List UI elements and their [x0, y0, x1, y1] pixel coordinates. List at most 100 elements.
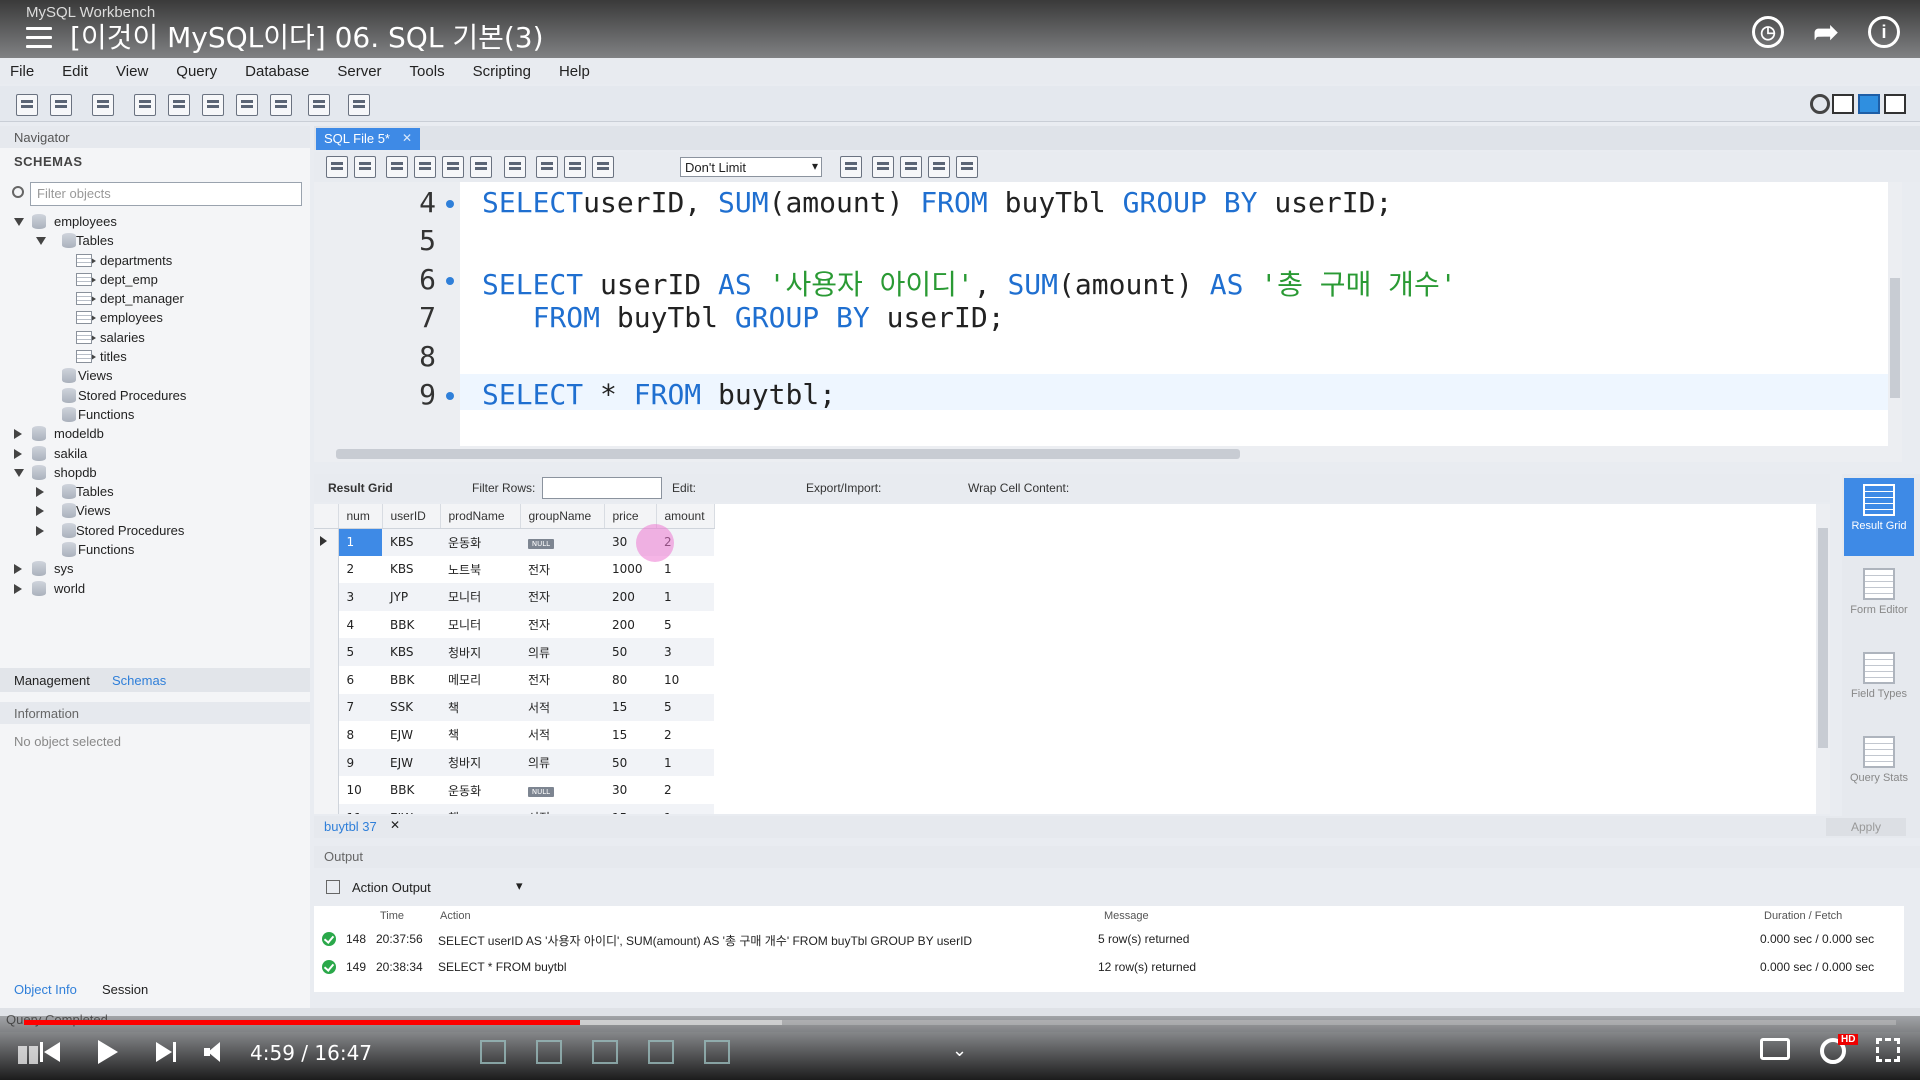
table-cell[interactable]: BBK [382, 776, 440, 804]
tab-object-info[interactable]: Object Info [14, 982, 77, 997]
expand-down-icon[interactable] [14, 468, 24, 477]
chevron-down-icon[interactable]: ⌄ [952, 1040, 967, 1061]
action-output-select[interactable]: Action Output ▾ [326, 876, 526, 900]
fullscreen-exit-icon[interactable] [1876, 1038, 1900, 1062]
table-cell[interactable]: 의류 [520, 638, 604, 666]
menu-item-view[interactable]: View [116, 63, 148, 80]
column-header-userID[interactable]: userID [382, 504, 441, 529]
tree-item[interactable]: salaries [0, 328, 310, 347]
tree-item[interactable]: Functions [0, 405, 310, 424]
table-cell[interactable]: 30 [604, 776, 656, 804]
tree-item[interactable]: shopdb [0, 463, 310, 482]
table-cell[interactable]: 전자 [520, 666, 604, 694]
previous-icon[interactable] [40, 1042, 62, 1062]
execute-icon[interactable] [386, 156, 408, 178]
inspector-icon[interactable] [92, 94, 114, 116]
row-header[interactable] [314, 583, 339, 611]
code-line[interactable]: SELECTuserID, SUM(amount) FROM buyTbl GR… [482, 186, 1392, 219]
editor-vertical-scrollbar[interactable] [1888, 182, 1902, 446]
play-icon[interactable] [98, 1040, 118, 1064]
preferences-icon[interactable] [1810, 94, 1830, 114]
tree-item[interactable]: Views [0, 501, 310, 520]
table-cell[interactable]: 2 [656, 776, 714, 804]
editor-horizontal-scrollbar[interactable] [314, 446, 1902, 462]
create-procedure-icon[interactable] [236, 94, 258, 116]
tab-schemas[interactable]: Schemas [112, 673, 166, 688]
toggle-sidebar-icon[interactable] [1832, 94, 1854, 114]
tree-item[interactable]: sakila [0, 444, 310, 463]
table-cell[interactable]: 노트북 [440, 556, 520, 584]
table-cell[interactable]: 50 [604, 638, 656, 666]
video-progress-bar[interactable] [24, 1020, 1896, 1025]
table-cell[interactable]: 9 [338, 748, 382, 777]
side-form-editor-button[interactable]: Form Editor [1844, 562, 1914, 640]
tab-session[interactable]: Session [102, 982, 148, 997]
tab-result-buytbl[interactable]: buytbl 37 [324, 819, 377, 834]
menu-item-file[interactable]: File [10, 63, 34, 80]
result-grid-label[interactable]: Result Grid [328, 481, 393, 495]
tree-item[interactable]: modeldb [0, 424, 310, 443]
sql-editor[interactable]: 4 SELECTuserID, SUM(amount) FROM buyTbl G… [314, 182, 1902, 446]
tree-item[interactable]: departments [0, 251, 310, 270]
table-row[interactable]: 10 BBK 운동화 NULL 30 2 [314, 776, 714, 804]
table-cell[interactable]: 2 [338, 556, 382, 584]
video-title[interactable]: [이것이 MySQL이다] 06. SQL 기본(3) [70, 16, 544, 56]
menu-item-database[interactable]: Database [245, 63, 309, 80]
explain-icon[interactable] [442, 156, 464, 178]
beautify-icon[interactable] [872, 156, 894, 178]
table-cell[interactable]: EJW [382, 803, 440, 814]
stop-icon[interactable] [470, 156, 492, 178]
code-line[interactable]: SELECT * FROM buytbl; [482, 378, 836, 411]
table-cell[interactable]: 메모리 [440, 666, 520, 694]
menu-item-server[interactable]: Server [337, 63, 381, 80]
invisible-chars-icon[interactable] [928, 156, 950, 178]
table-row[interactable]: 6 BBK 메모리 전자 80 10 [314, 665, 714, 694]
table-cell[interactable]: 1 [656, 556, 714, 584]
grid-vertical-scrollbar[interactable] [1816, 504, 1830, 814]
side-query-stats-button[interactable]: Query Stats [1844, 730, 1914, 808]
tree-item[interactable]: Tables [0, 482, 310, 501]
row-header[interactable] [314, 638, 339, 666]
table-row[interactable]: 7 SSK 책 서적 15 5 [314, 693, 714, 722]
table-cell[interactable]: 1 [656, 748, 714, 777]
table-cell[interactable]: 3 [338, 583, 382, 611]
info-icon[interactable]: i [1868, 16, 1900, 48]
table-cell[interactable]: NULL [520, 776, 604, 804]
table-cell[interactable]: 1 [656, 583, 714, 611]
expand-down-icon[interactable] [36, 237, 46, 246]
table-row[interactable]: 11EJW책서적151 [314, 803, 714, 814]
tree-item[interactable]: Stored Procedures [0, 521, 310, 540]
row-header[interactable] [314, 693, 339, 722]
table-cell[interactable]: 2 [656, 721, 714, 749]
expand-right-icon[interactable] [14, 448, 22, 459]
table-cell[interactable]: 운동화 [440, 528, 520, 556]
table-cell[interactable]: 11 [338, 803, 382, 814]
apply-button[interactable]: Apply [1826, 818, 1906, 836]
table-row[interactable]: 8 EJW 책 서적 15 2 [314, 721, 714, 749]
column-header-amount[interactable]: amount [656, 504, 715, 529]
captions-icon[interactable] [1760, 1038, 1790, 1060]
tree-item[interactable]: dept_manager [0, 289, 310, 308]
tree-item[interactable]: titles [0, 347, 310, 366]
table-cell[interactable]: 1 [656, 803, 714, 814]
table-cell[interactable]: KBS [382, 528, 440, 556]
table-cell[interactable]: 전자 [520, 556, 604, 584]
row-header[interactable] [314, 555, 339, 584]
table-cell[interactable]: 4 [338, 611, 382, 639]
expand-right-icon[interactable] [14, 583, 22, 594]
row-header[interactable] [314, 748, 339, 777]
table-cell[interactable]: 7 [338, 693, 382, 722]
table-cell[interactable]: 3 [656, 638, 714, 666]
table-cell[interactable]: 80 [604, 666, 656, 694]
table-cell[interactable]: 책 [440, 803, 520, 814]
row-header[interactable] [314, 528, 339, 556]
table-cell[interactable]: 책 [440, 693, 520, 722]
table-cell[interactable]: 서적 [520, 803, 604, 814]
table-cell[interactable]: 의류 [520, 748, 604, 777]
row-header[interactable] [314, 610, 339, 639]
expand-right-icon[interactable] [36, 506, 44, 517]
tree-item[interactable]: Stored Procedures [0, 386, 310, 405]
toggle-errors-icon[interactable] [504, 156, 526, 178]
table-cell[interactable]: 전자 [520, 583, 604, 611]
output-row[interactable]: 149 20:38:34 SELECT * FROM buytbl 12 row(s)… [314, 956, 1904, 982]
